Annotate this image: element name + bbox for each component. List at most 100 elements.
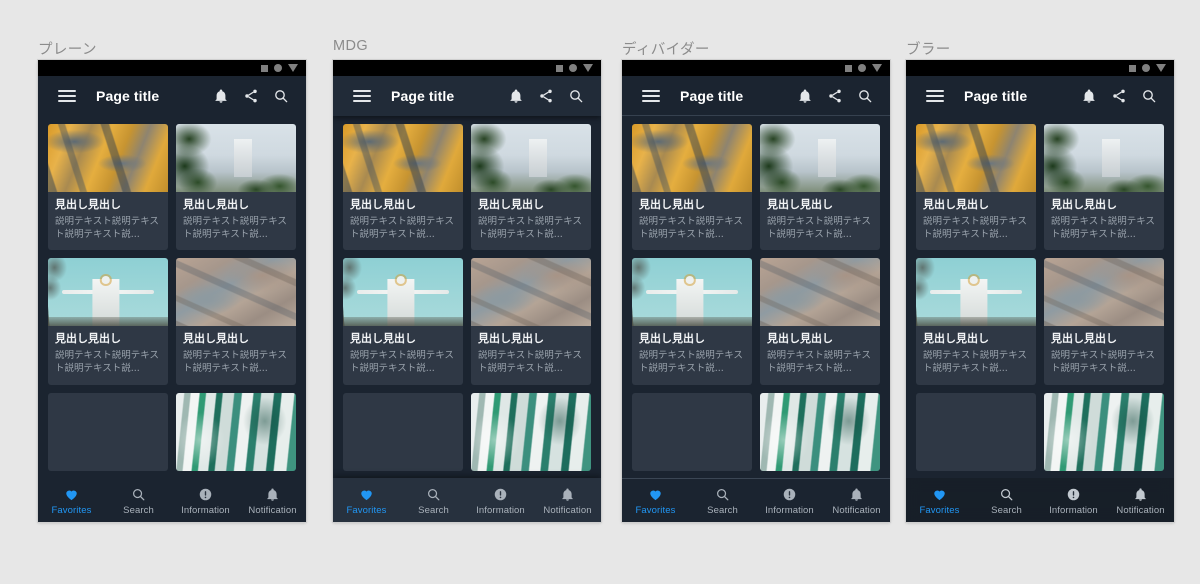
card-item[interactable]: 見出し見出し説明テキスト説明テキスト説明テキスト説... <box>343 124 463 251</box>
hamburger-menu-icon[interactable] <box>349 83 375 109</box>
card-item[interactable]: 見出し見出し説明テキスト説明テキスト説明テキスト説... <box>632 392 752 471</box>
notifications-icon[interactable] <box>1076 83 1102 109</box>
card-description: 説明テキスト説明テキスト説明テキスト説... <box>183 350 287 374</box>
bottom-nav-label: Favorites <box>635 504 676 516</box>
card-grid: 見出し見出し 説明テキスト説明テキスト説明テキスト説... 見出し見出し 説明テキス… <box>906 116 1174 471</box>
status-bar <box>906 60 1174 76</box>
card-item[interactable]: 見出し見出し説明テキスト説明テキスト説明テキスト説... <box>916 124 1036 251</box>
card-description: 説明テキスト説明テキスト説明テキスト説... <box>767 215 871 240</box>
card-thumbnail <box>760 258 880 327</box>
card-item[interactable]: 見出し見出し説明テキスト説明テキスト説明テキスト説... <box>632 258 752 385</box>
hamburger-menu-icon[interactable] <box>638 83 664 109</box>
bottom-nav-item-favorites[interactable]: Favorites <box>38 485 105 516</box>
bottom-nav-item-search[interactable]: Search <box>689 485 756 516</box>
bottom-nav-item-information[interactable]: Information <box>172 485 239 516</box>
card-item[interactable]: 見出し見出し説明テキスト説明テキスト説明テキスト説... <box>760 392 880 471</box>
page-title: Page title <box>96 88 160 104</box>
card-item[interactable]: 見出し見出し説明テキスト説明テキスト説明テキスト説... <box>343 258 463 385</box>
card-item[interactable]: 見出し見出し説明テキスト説明テキスト説明テキスト説... <box>176 392 296 471</box>
search-icon[interactable] <box>1136 83 1162 109</box>
card-item[interactable]: 見出し見出し説明テキスト説明テキスト説明テキスト説... <box>632 124 752 251</box>
card-thumbnail <box>343 124 463 192</box>
search-icon[interactable] <box>852 83 878 109</box>
triangle-icon <box>583 64 593 72</box>
hamburger-menu-icon[interactable] <box>922 83 948 109</box>
card-scroll-area[interactable]: 見出し見出し 説明テキスト説明テキスト説明テキスト説... 見出し見出し 説明テキス… <box>906 116 1174 522</box>
card-heading: 見出し見出し <box>923 332 989 346</box>
card-scroll-area[interactable]: 見出し見出し 説明テキスト説明テキスト説明テキスト説... 見出し見出し 説明テキス… <box>333 116 601 522</box>
bottom-navigation-bar: Favorites Search Information Notificatio… <box>333 478 601 522</box>
app-bar: Page title <box>333 76 601 116</box>
card-item[interactable]: 見出し見出し説明テキスト説明テキスト説明テキスト説... <box>48 124 168 251</box>
bottom-navigation-bar: Favorites Search Information Notificatio… <box>38 478 306 522</box>
circle-icon <box>569 64 577 72</box>
notifications-icon[interactable] <box>792 83 818 109</box>
bottom-nav-label: Information <box>181 504 230 516</box>
card-description: 説明テキスト説明テキスト説明テキスト説... <box>478 215 582 240</box>
card-item[interactable]: 見出し見出し説明テキスト説明テキスト説明テキスト説... <box>916 392 1036 471</box>
bottom-nav-item-favorites[interactable]: Favorites <box>906 485 973 516</box>
card-item[interactable]: 見出し見出し説明テキスト説明テキスト説明テキスト説... <box>48 258 168 385</box>
bottom-nav-item-search[interactable]: Search <box>400 485 467 516</box>
card-scroll-area[interactable]: 見出し見出し 説明テキスト説明テキスト説明テキスト説... 見出し見出し 説明テキス… <box>622 116 890 522</box>
card-heading: 見出し見出し <box>767 332 833 346</box>
bottom-nav-item-favorites[interactable]: Favorites <box>333 485 400 516</box>
variant-column-divider: ディバイダー Page title 見出し見出し 説明テキスト説明テキスト説明テキ… <box>616 0 890 584</box>
heart-icon <box>648 485 663 502</box>
information-icon <box>1066 485 1081 502</box>
card-item[interactable]: 見出し見出し説明テキスト説明テキスト説明テキスト説... <box>471 124 591 251</box>
card-grid: 見出し見出し 説明テキスト説明テキスト説明テキスト説... 見出し見出し 説明テキス… <box>38 116 306 471</box>
card-heading: 見出し見出し <box>639 198 705 211</box>
card-item[interactable]: 見出し見出し説明テキスト説明テキスト説明テキスト説... <box>1044 258 1164 385</box>
share-icon[interactable] <box>238 83 264 109</box>
card-item[interactable]: 見出し見出し説明テキスト説明テキスト説明テキスト説... <box>760 258 880 385</box>
share-icon[interactable] <box>822 83 848 109</box>
bottom-nav-item-favorites[interactable]: Favorites <box>622 485 689 516</box>
bottom-nav-item-search[interactable]: Search <box>105 485 172 516</box>
app-bar: Page title <box>906 76 1174 116</box>
search-icon[interactable] <box>268 83 294 109</box>
card-thumbnail <box>176 258 296 327</box>
status-bar <box>333 60 601 76</box>
card-item[interactable]: 見出し見出し説明テキスト説明テキスト説明テキスト説... <box>1044 392 1164 471</box>
card-item[interactable]: 見出し見出し説明テキスト説明テキスト説明テキスト説... <box>176 124 296 251</box>
card-item[interactable]: 見出し見出し説明テキスト説明テキスト説明テキスト説... <box>1044 124 1164 251</box>
variant-column-blur: ブラー Page title 見出し見出し 説明テキスト説明テキスト説明テキスト説… <box>900 0 1174 584</box>
information-icon <box>198 485 213 502</box>
card-item[interactable]: 見出し見出し説明テキスト説明テキスト説明テキスト説... <box>471 258 591 385</box>
card-thumbnail <box>471 124 591 192</box>
card-item[interactable]: 見出し見出し説明テキスト説明テキスト説明テキスト説... <box>760 124 880 251</box>
card-heading: 見出し見出し <box>478 332 544 346</box>
bottom-nav-item-notification[interactable]: Notification <box>239 485 306 516</box>
notifications-icon[interactable] <box>503 83 529 109</box>
bottom-nav-item-information[interactable]: Information <box>1040 485 1107 516</box>
bottom-nav-item-notification[interactable]: Notification <box>534 485 601 516</box>
card-scroll-area[interactable]: 見出し見出し 説明テキスト説明テキスト説明テキスト説... 見出し見出し 説明テキス… <box>38 116 306 522</box>
card-heading: 見出し見出し <box>55 198 121 211</box>
heart-icon <box>359 485 374 502</box>
share-icon[interactable] <box>1106 83 1132 109</box>
hamburger-menu-icon[interactable] <box>54 83 80 109</box>
bottom-nav-item-notification[interactable]: Notification <box>1107 485 1174 516</box>
notifications-icon[interactable] <box>208 83 234 109</box>
card-item[interactable]: 見出し見出し説明テキスト説明テキスト説明テキスト説... <box>343 392 463 471</box>
bottom-nav-label: Search <box>418 504 449 516</box>
bottom-nav-item-notification[interactable]: Notification <box>823 485 890 516</box>
card-thumbnail <box>760 392 880 471</box>
card-item[interactable]: 見出し見出し説明テキスト説明テキスト説明テキスト説... <box>471 392 591 471</box>
bottom-nav-item-search[interactable]: Search <box>973 485 1040 516</box>
card-grid: 見出し見出し 説明テキスト説明テキスト説明テキスト説... 見出し見出し 説明テキス… <box>622 116 890 471</box>
card-description: 説明テキスト説明テキスト説明テキスト説... <box>639 215 743 240</box>
screenshot-stage: プレーン Page title 見出し見出し 説明テキスト説明テキスト説明テキス… <box>0 0 1200 584</box>
card-thumbnail <box>916 393 1036 471</box>
card-description: 説明テキスト説明テキスト説明テキスト説... <box>350 350 454 374</box>
card-item[interactable]: 見出し見出し説明テキスト説明テキスト説明テキスト説... <box>916 258 1036 385</box>
bottom-nav-item-information[interactable]: Information <box>756 485 823 516</box>
card-thumbnail <box>1044 258 1164 327</box>
card-item[interactable]: 見出し見出し説明テキスト説明テキスト説明テキスト説... <box>176 258 296 385</box>
card-item[interactable]: 見出し見出し説明テキスト説明テキスト説明テキスト説... <box>48 392 168 471</box>
share-icon[interactable] <box>533 83 559 109</box>
variant-column-mdg: MDG Page title 見出し見出し 説明テキスト説明テキスト説明テキスト説… <box>327 0 601 584</box>
search-icon[interactable] <box>563 83 589 109</box>
bottom-nav-item-information[interactable]: Information <box>467 485 534 516</box>
